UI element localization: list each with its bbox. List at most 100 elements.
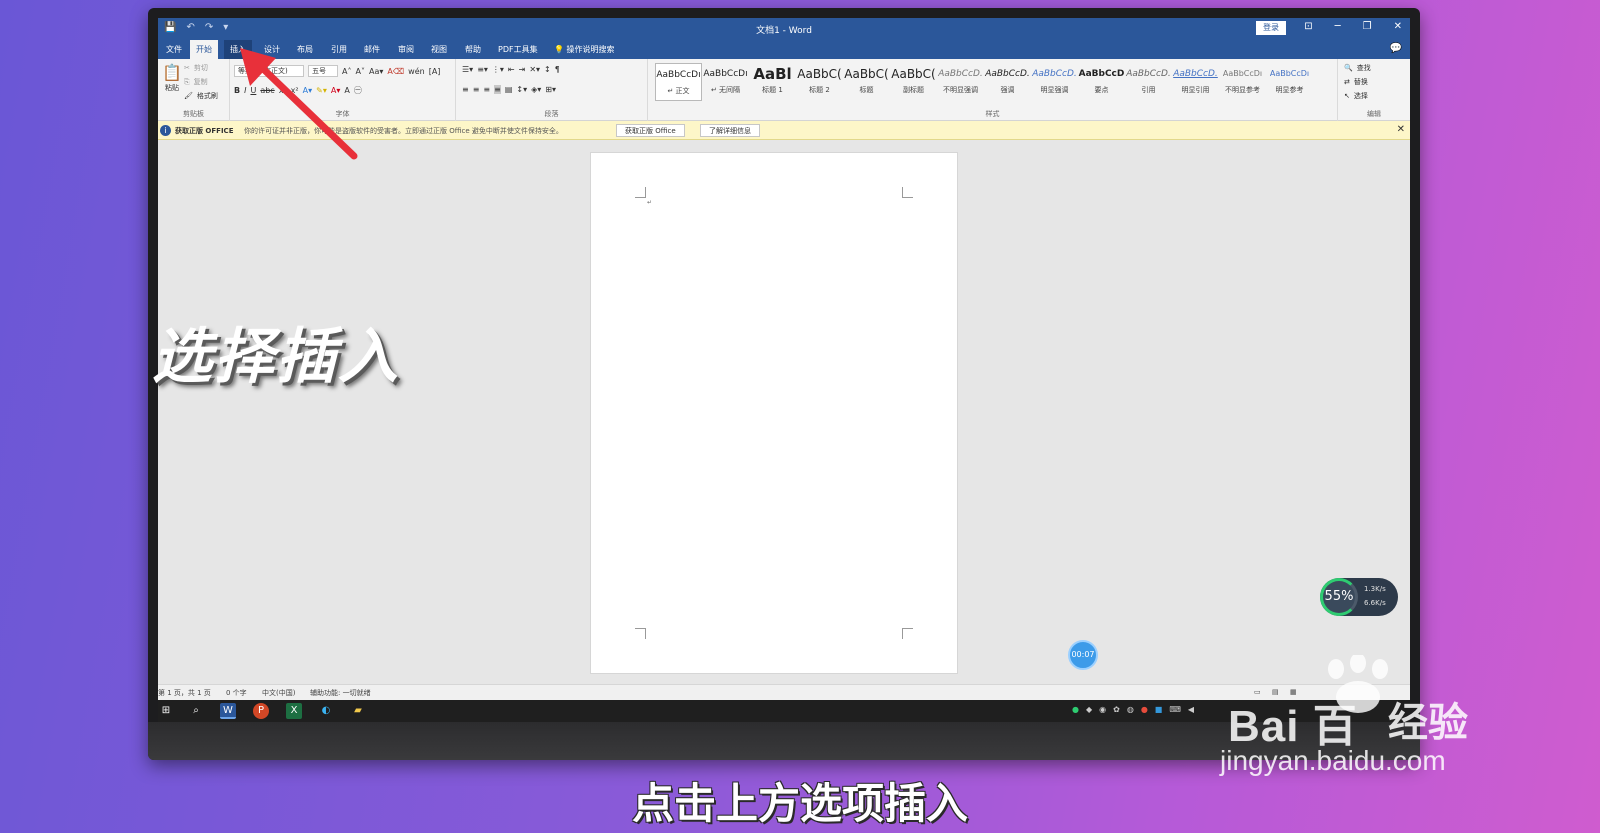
document-page[interactable]: ↵ [590,152,958,674]
sort-icon[interactable]: ↕ [544,65,551,74]
search-icon[interactable]: ⌕ [188,703,204,719]
asian-layout-icon[interactable]: ✕▾ [529,65,540,74]
app-tray-icon[interactable]: ■ [1155,705,1163,714]
volume-icon[interactable]: ◀ [1188,705,1194,714]
align-left-icon[interactable]: ≡ [462,85,469,94]
char-border-icon[interactable]: [A] [429,67,441,76]
bullets-icon[interactable]: ☰▾ [462,65,473,74]
banner-title: 获取正版 OFFICE [175,127,234,135]
start-icon[interactable]: ⊞ [158,703,174,719]
tab-file[interactable]: 文件 [160,40,188,59]
style-preview: AaBbCcD [1078,69,1125,79]
distribute-icon[interactable]: ▤ [505,85,513,94]
style-preview: AaBbC( [844,67,889,81]
tell-me-search[interactable]: 💡 操作说明搜索 [554,40,615,59]
style-subtitle[interactable]: AaBbC( 副标题 [890,63,937,101]
tab-help[interactable]: 帮助 [459,40,487,59]
accessibility-status[interactable]: 辅助功能: 一切就绪 [310,688,371,698]
tab-pdf-tools[interactable]: PDF工具集 [492,40,544,59]
change-case-icon[interactable]: Aa▾ [369,67,383,76]
file-explorer-icon[interactable]: ▰ [350,703,366,719]
margin-corner-mark [635,628,646,639]
app-tray-icon[interactable]: ✿ [1113,705,1120,714]
align-center-icon[interactable]: ≡ [473,85,480,94]
app-tray-icon[interactable]: ◉ [1099,705,1106,714]
clear-format-icon[interactable]: A⌫ [387,67,404,76]
style-intense-quote[interactable]: AaBbCcD. 明显引用 [1172,63,1219,101]
page-count[interactable]: 第 1 页，共 1 页 [158,688,211,698]
style-no-spacing[interactable]: AaBbCcDı ↵ 无间隔 [702,63,749,101]
jingyan-text: 经验 [1388,701,1468,745]
replace-button[interactable]: ⇄ 替换 [1344,77,1368,87]
style-title[interactable]: AaBbC( 标题 [843,63,890,101]
style-subtle-reference[interactable]: AaBbCcDı 不明显参考 [1219,63,1266,101]
app-tray-icon[interactable]: ● [1141,705,1148,714]
select-button[interactable]: ↖ 选择 [1344,91,1368,101]
tab-view[interactable]: 视图 [425,40,453,59]
edge-browser-icon[interactable]: ◐ [318,703,334,719]
phonetic-guide-icon[interactable]: wén [408,67,425,76]
format-painter-button[interactable]: 🖌 格式刷 [184,91,218,101]
align-right-icon[interactable]: ≡ [483,85,490,94]
style-preview: AaBbCcD. [1173,69,1218,79]
line-spacing-icon[interactable]: ↕▾ [516,85,527,94]
learn-more-button[interactable]: 了解详细信息 [700,124,760,137]
style-preview: AaBbCcDı [1222,69,1263,78]
style-name: 副标题 [903,86,924,94]
copy-button[interactable]: ⎘ 复制 [184,77,208,87]
network-speed-widget[interactable]: 55% 1.3K/s 6.6K/s [1320,578,1398,616]
restore-icon[interactable]: ❐ [1363,21,1372,32]
cut-button[interactable]: ✂ 剪切 [184,63,208,73]
multilevel-list-icon[interactable]: ⋮▾ [492,65,504,74]
minimize-icon[interactable]: ─ [1335,21,1341,32]
tab-home[interactable]: 开始 [190,40,218,59]
shading-icon[interactable]: ◈▾ [531,85,541,94]
document-title: 文档1 - Word [756,26,812,36]
style-heading-2[interactable]: AaBbC( 标题 2 [796,63,843,101]
decrease-indent-icon[interactable]: ⇤ [508,65,515,74]
word-app-icon[interactable]: W [220,703,236,719]
paste-button[interactable]: 📋 粘贴 [162,63,182,93]
keyboard-tray-icon[interactable]: ⌨ [1169,705,1181,714]
increase-indent-icon[interactable]: ⇥ [519,65,526,74]
word-count[interactable]: 0 个字 [226,688,247,698]
tell-me-label: 操作说明搜索 [566,45,615,54]
editing-label: 编辑 [1367,110,1381,118]
style-emphasis[interactable]: AaBbCcD. 强调 [984,63,1031,101]
style-preview: AaBbC( [797,67,842,81]
get-genuine-button[interactable]: 获取正版 Office [616,124,685,137]
app-tray-icon[interactable]: ◍ [1127,705,1134,714]
style-strong[interactable]: AaBbCcD 要点 [1078,63,1125,101]
ribbon-display-icon[interactable]: ⊡ [1304,21,1312,32]
login-button[interactable]: 登录 [1256,21,1286,35]
excel-app-icon[interactable]: X [286,703,302,719]
close-icon[interactable]: ✕ [1394,21,1402,32]
language-indicator[interactable]: 中文(中国) [262,688,295,698]
tab-review[interactable]: 审阅 [392,40,420,59]
paste-icon: 📋 [162,63,182,82]
style-intense-reference[interactable]: AaBbCcDı 明显参考 [1266,63,1313,101]
close-banner-icon[interactable]: ✕ [1397,124,1405,135]
powerpoint-app-icon[interactable]: P [253,703,269,719]
style-intense-emphasis[interactable]: AaBbCcD. 明显强调 [1031,63,1078,101]
find-button[interactable]: 🔍 查找 [1344,63,1371,73]
show-marks-icon[interactable]: ¶ [555,65,560,74]
style-quote[interactable]: AaBbCcD. 引用 [1125,63,1172,101]
window-controls: ⊡ ─ ❐ ✕ [1304,21,1402,32]
style-subtle-emphasis[interactable]: AaBbCcD. 不明显强调 [937,63,984,101]
borders-icon[interactable]: ⊞▾ [545,85,556,94]
shield-tray-icon[interactable]: ◆ [1086,705,1092,714]
style-heading-1[interactable]: AaBl 标题 1 [749,63,796,101]
numbering-icon[interactable]: ≡▾ [477,65,488,74]
style-name: 要点 [1094,86,1109,94]
style-name: 标题 [859,86,874,94]
style-name: 明显引用 [1181,86,1210,94]
justify-icon[interactable]: ≡ [494,85,501,94]
status-bar: 第 1 页，共 1 页 0 个字 中文(中国) 辅助功能: 一切就绪 ▭ ▤ ▦ [158,684,1410,700]
style-normal[interactable]: AaBbCcDı ↵ 正文 [655,63,702,101]
margin-corner-mark [635,187,646,198]
info-icon: i [160,125,171,136]
wechat-tray-icon[interactable]: ● [1072,705,1079,714]
style-preview: AaBbCcDı [656,70,701,80]
comments-icon[interactable]: 💬 [1390,43,1402,54]
